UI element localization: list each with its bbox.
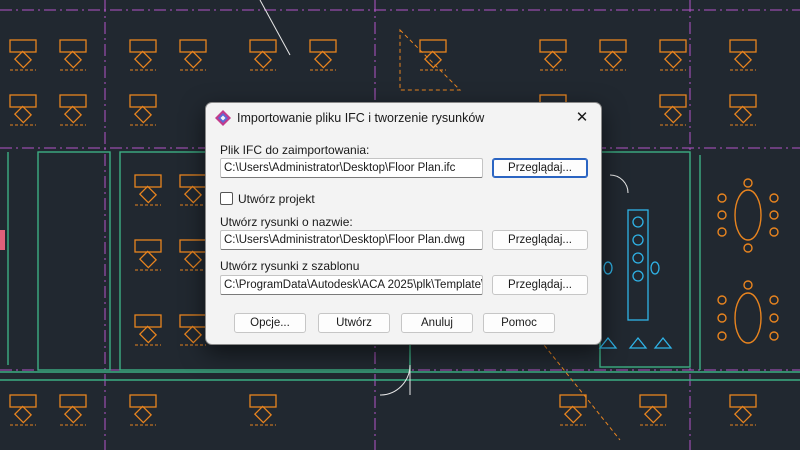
help-button[interactable]: Pomoc — [483, 313, 555, 333]
browse-ifc-button[interactable]: Przeglądaj... — [492, 158, 588, 178]
dialog-title: Importowanie pliku IFC i tworzenie rysun… — [237, 111, 485, 125]
ifc-file-label: Plik IFC do zaimportowania: — [220, 143, 370, 157]
create-project-label[interactable]: Utwórz projekt — [238, 192, 315, 206]
ifc-file-input[interactable]: C:\Users\Administrator\Desktop\Floor Pla… — [220, 158, 483, 178]
restroom-fixtures — [598, 209, 673, 349]
dialog-title-bar[interactable]: Importowanie pliku IFC i tworzenie rysun… — [206, 103, 601, 134]
app-logo-icon — [215, 110, 231, 126]
close-icon[interactable]: ✕ — [571, 108, 593, 128]
conference-tables — [717, 178, 779, 344]
cancel-button[interactable]: Anuluj — [401, 313, 473, 333]
drawings-name-label: Utwórz rysunki o nazwie: — [220, 215, 353, 229]
drawings-name-input[interactable]: C:\Users\Administrator\Desktop\Floor Pla… — [220, 230, 483, 250]
import-ifc-dialog: Importowanie pliku IFC i tworzenie rysun… — [205, 102, 602, 345]
browse-drawings-button[interactable]: Przeglądaj... — [492, 230, 588, 250]
create-button[interactable]: Utwórz — [318, 313, 390, 333]
options-button[interactable]: Opcje... — [234, 313, 306, 333]
pink-marker — [0, 230, 5, 250]
create-project-checkbox[interactable] — [220, 192, 233, 205]
template-label: Utwórz rysunki z szablonu — [220, 259, 360, 273]
browse-template-button[interactable]: Przeglądaj... — [492, 275, 588, 295]
template-input[interactable]: C:\ProgramData\Autodesk\ACA 2025\plk\Tem… — [220, 275, 483, 295]
